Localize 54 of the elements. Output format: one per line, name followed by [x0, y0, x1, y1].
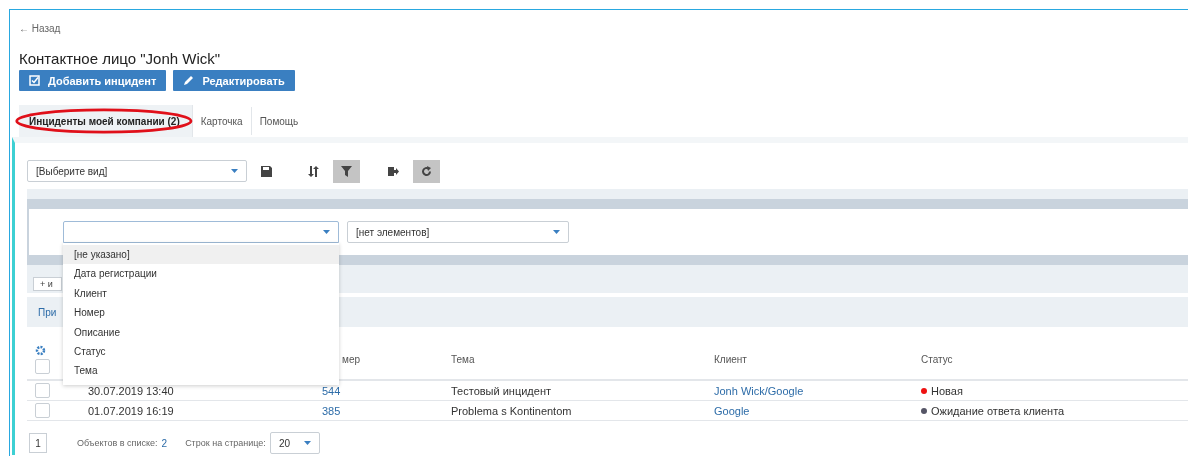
- dropdown-option[interactable]: Описание: [63, 322, 339, 342]
- client-link[interactable]: Google: [714, 404, 750, 417]
- export-icon: [388, 165, 399, 177]
- number-link[interactable]: 544: [322, 384, 341, 397]
- dropdown-option[interactable]: Статус: [63, 341, 339, 362]
- page-button[interactable]: 1: [29, 433, 47, 453]
- rows-per-page-label: Строк на странице:: [185, 438, 266, 448]
- back-link[interactable]: ← Назад: [19, 23, 61, 34]
- dropdown-option[interactable]: [не указано]: [63, 245, 339, 265]
- add-condition-button[interactable]: + и: [33, 277, 62, 291]
- page-title: Контактное лицо "Jonh Wick": [19, 50, 222, 67]
- dropdown-option[interactable]: Клиент: [63, 283, 339, 304]
- count-value: 2: [161, 437, 168, 449]
- caret-icon: [231, 169, 238, 173]
- add-incident-button[interactable]: Добавить инцидент: [19, 70, 167, 91]
- column-header: Тема: [451, 353, 476, 365]
- pencil-icon: [183, 75, 195, 86]
- view-select[interactable]: [Выберите вид]: [27, 160, 247, 182]
- caret-icon: [303, 441, 311, 445]
- field-select[interactable]: [63, 221, 339, 243]
- refresh-icon: [421, 165, 432, 177]
- rows-per-page-select[interactable]: 20: [269, 432, 320, 454]
- checkbox-icon: [29, 75, 40, 86]
- caret-icon: [323, 230, 330, 234]
- column-header: мер: [341, 353, 361, 365]
- sort-icon: [308, 165, 319, 177]
- apply-link[interactable]: При: [38, 306, 57, 318]
- tab[interactable]: Карточка: [192, 107, 252, 135]
- table-cell-text: Problema s Kontinentom: [451, 404, 573, 417]
- client-link[interactable]: Jonh Wick/Google: [714, 384, 804, 397]
- table-cell-text: Тестовый инцидент: [451, 384, 552, 397]
- status-text: Ожидание ответа клиента: [931, 404, 1065, 417]
- dropdown-option[interactable]: Дата регистрации: [63, 264, 339, 284]
- row-checkbox[interactable]: [35, 403, 50, 418]
- table-cell-text: 30.07.2019 13:40: [88, 384, 175, 397]
- filter-icon: [341, 165, 352, 177]
- column-header: Статус: [921, 353, 954, 365]
- select-all-checkbox[interactable]: [35, 358, 50, 374]
- table-cell-text: 01.07.2019 16:19: [88, 404, 175, 417]
- settings-icon[interactable]: [35, 344, 46, 356]
- count-label: Объектов в списке:: [77, 438, 158, 448]
- refresh-button[interactable]: [413, 159, 440, 183]
- status-text: Новая: [931, 384, 963, 397]
- tab[interactable]: Помощь: [251, 107, 307, 135]
- edit-button[interactable]: Редактировать: [173, 70, 295, 91]
- column-header: Клиент: [714, 353, 748, 365]
- row-checkbox[interactable]: [35, 383, 50, 398]
- caret-icon: [553, 230, 560, 234]
- dropdown-option[interactable]: Номер: [63, 303, 339, 323]
- number-link[interactable]: 385: [322, 404, 341, 417]
- value-select[interactable]: [нет элементов]: [347, 221, 569, 243]
- filter-button[interactable]: [333, 159, 360, 183]
- save-icon: [261, 165, 272, 177]
- dropdown-option[interactable]: Тема: [63, 361, 339, 381]
